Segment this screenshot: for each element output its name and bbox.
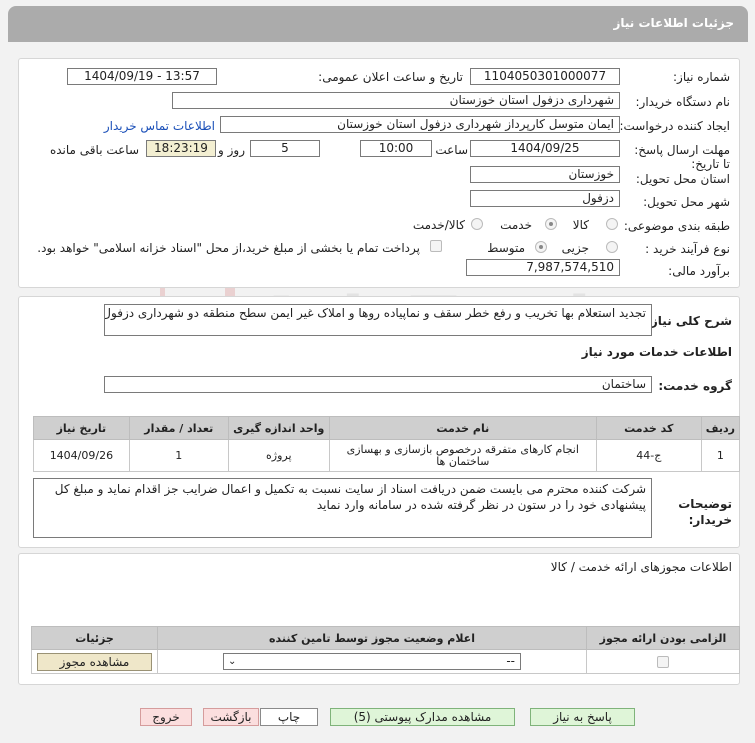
summary-label: شرح کلی نیاز: bbox=[646, 314, 732, 328]
col-permit-required: الزامی بودن ارائه مجوز bbox=[586, 626, 740, 650]
process-radio-medium[interactable] bbox=[535, 241, 547, 253]
cell-row: 1 bbox=[700, 439, 741, 472]
col-qty: تعداد / مقدار bbox=[128, 416, 229, 440]
need-number-field: 1104050301000077 bbox=[470, 68, 620, 85]
col-date: تاریخ نیاز bbox=[33, 416, 130, 440]
services-table: ردیف کد خدمت نام خدمت واحد اندازه گیری ت… bbox=[33, 416, 741, 472]
col-permit-details: جزئیات bbox=[31, 626, 158, 650]
category-option-both: کالا/خدمت bbox=[412, 218, 465, 232]
days-label: روز و bbox=[218, 143, 245, 157]
city-label: شهر محل تحویل: bbox=[643, 195, 730, 209]
need-number-label: شماره نیاز: bbox=[673, 70, 730, 84]
remaining-time-field: 18:23:19 bbox=[146, 140, 216, 157]
announce-label: تاریخ و ساعت اعلان عمومی: bbox=[318, 70, 463, 84]
process-option-minor: جزیی bbox=[561, 241, 589, 255]
category-radio-goods[interactable] bbox=[606, 218, 618, 230]
creator-label: ایجاد کننده درخواست: bbox=[619, 119, 730, 133]
col-unit: واحد اندازه گیری bbox=[227, 416, 330, 440]
deadline-date-field: 1404/09/25 bbox=[470, 140, 620, 157]
province-field: خوزستان bbox=[470, 166, 620, 183]
deadline-label: مهلت ارسال پاسخ: تا تاریخ: bbox=[634, 143, 730, 171]
buyer-org-label: نام دستگاه خریدار: bbox=[635, 95, 731, 109]
col-name: نام خدمت bbox=[328, 416, 597, 440]
permit-status-value: -- bbox=[506, 654, 515, 668]
cell-unit: پروژه bbox=[227, 439, 330, 472]
services-table-header: ردیف کد خدمت نام خدمت واحد اندازه گیری ت… bbox=[33, 416, 741, 440]
category-label: طبقه بندی موضوعی: bbox=[623, 219, 730, 233]
service-group-label: گروه خدمت: bbox=[658, 379, 732, 393]
buyer-notes-label: توضیحات خریدار: bbox=[678, 497, 732, 527]
treasury-note: پرداخت تمام یا بخشی از مبلغ خرید،از محل … bbox=[37, 241, 420, 255]
process-radio-minor[interactable] bbox=[606, 241, 618, 253]
buyer-org-field: شهرداری دزفول استان خوزستان bbox=[172, 92, 620, 109]
back-button[interactable]: بازگشت bbox=[203, 708, 259, 726]
contact-buyer-link[interactable]: اطلاعات تماس خریدار bbox=[104, 119, 215, 133]
permits-table: الزامی بودن ارائه مجوز اعلام وضعیت مجوز … bbox=[31, 626, 740, 674]
col-code: کد خدمت bbox=[595, 416, 702, 440]
permits-section-title: اطلاعات مجوزهای ارائه خدمت / کالا bbox=[550, 560, 732, 574]
deadline-time-field: 10:00 bbox=[360, 140, 432, 157]
buyer-notes-textarea[interactable]: شرکت کننده محترم می بایست ضمن دریافت اسن… bbox=[33, 478, 652, 538]
category-option-service: خدمت bbox=[500, 218, 532, 232]
treasury-checkbox[interactable] bbox=[430, 240, 442, 252]
cell-date: 1404/09/26 bbox=[33, 439, 130, 472]
reply-button[interactable]: پاسخ به نیاز bbox=[530, 708, 635, 726]
summary-textarea[interactable]: تجدید استعلام بها تخریب و رفع خطر سقف و … bbox=[104, 304, 652, 336]
service-group-field: ساختمان bbox=[104, 376, 652, 393]
page-title-bar: جزئیات اطلاعات نیاز bbox=[8, 6, 748, 42]
remaining-label: ساعت باقی مانده bbox=[49, 143, 139, 157]
table-row: -- ⌄ مشاهده مجوز bbox=[31, 649, 740, 674]
view-attachments-button[interactable]: مشاهده مدارک پیوستی (5) bbox=[330, 708, 515, 726]
announce-field: 1404/09/19 - 13:57 bbox=[67, 68, 217, 85]
permits-table-header: الزامی بودن ارائه مجوز اعلام وضعیت مجوز … bbox=[31, 626, 740, 650]
category-option-goods: کالا bbox=[572, 218, 589, 232]
view-permit-button[interactable]: مشاهده مجوز bbox=[37, 652, 152, 671]
cell-code: ج-44 bbox=[595, 439, 702, 472]
category-radio-both[interactable] bbox=[471, 218, 483, 230]
creator-field: ایمان متوسل کارپرداز شهرداری دزفول استان… bbox=[220, 116, 620, 133]
permit-status-select[interactable]: -- ⌄ bbox=[223, 653, 521, 670]
print-button[interactable]: چاپ bbox=[260, 708, 318, 726]
budget-field: 7,987,574,510 bbox=[466, 259, 620, 276]
province-label: استان محل تحویل: bbox=[635, 172, 730, 186]
services-section-title: اطلاعات خدمات مورد نیاز bbox=[581, 345, 732, 359]
city-field: دزفول bbox=[470, 190, 620, 207]
cell-qty: 1 bbox=[128, 439, 229, 472]
deadline-time-label: ساعت bbox=[435, 143, 468, 157]
table-row: 1 ج-44 انجام کارهای متفرقه درخصوص بازساز… bbox=[33, 439, 741, 472]
exit-button[interactable]: خروج bbox=[140, 708, 192, 726]
page-title: جزئیات اطلاعات نیاز bbox=[613, 16, 734, 30]
cell-name: انجام کارهای متفرقه درخصوص بازسازی و بهس… bbox=[328, 439, 597, 472]
col-row: ردیف bbox=[700, 416, 741, 440]
category-radio-service[interactable] bbox=[545, 218, 557, 230]
process-option-medium: متوسط bbox=[487, 241, 525, 255]
permit-required-checkbox[interactable] bbox=[657, 656, 669, 668]
process-label: نوع فرآیند خرید : bbox=[645, 242, 730, 256]
budget-label: برآورد مالی: bbox=[668, 264, 730, 278]
days-field: 5 bbox=[250, 140, 320, 157]
col-permit-status: اعلام وضعیت مجوز توسط تامین کننده bbox=[157, 626, 587, 650]
chevron-down-icon: ⌄ bbox=[228, 656, 237, 667]
